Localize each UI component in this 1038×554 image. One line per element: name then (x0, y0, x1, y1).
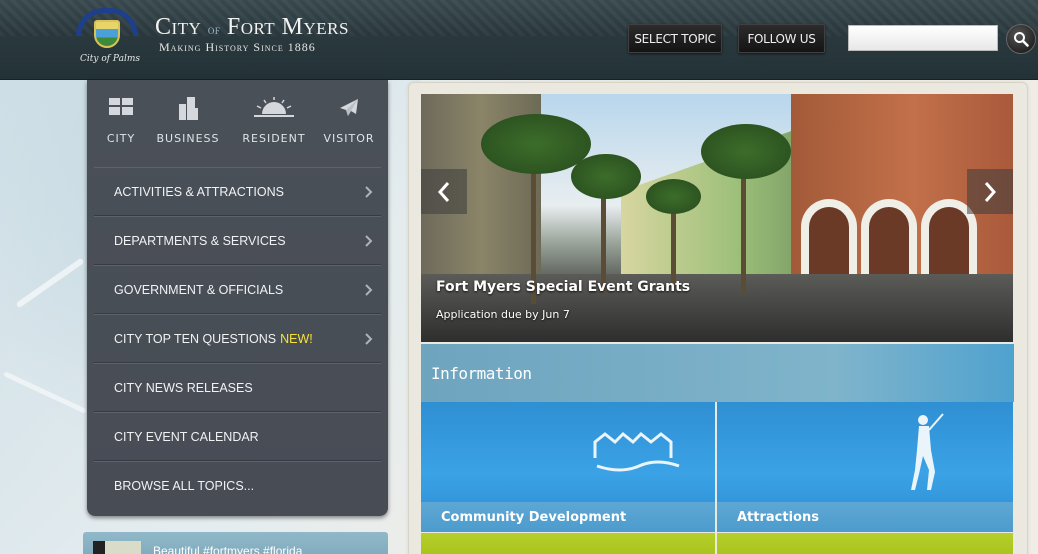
buildings-icon (179, 97, 198, 120)
chevron-right-icon (365, 284, 373, 296)
sunrise-icon (254, 97, 294, 117)
site-title-of: of (207, 22, 221, 37)
nav-item-label: DEPARTMENTS & SERVICES (114, 233, 286, 248)
audience-resident-label: RESIDENT (242, 132, 306, 145)
chevron-left-icon (437, 181, 450, 202)
city-seal-logo[interactable]: City of Palms (72, 6, 144, 68)
slide-subtitle: Application due by Jun 7 (436, 308, 570, 321)
audience-visitor[interactable]: VISITOR (317, 80, 381, 166)
airplane-icon (340, 99, 358, 116)
audience-business[interactable]: BUSINESS (153, 80, 223, 166)
tile-label: Attractions (717, 502, 1013, 532)
golfer-icon (911, 413, 944, 490)
audience-business-label: BUSINESS (156, 132, 220, 145)
sidebar-navigation: CITY BUSINESS RESIDENT VISITOR ACTIVITIE… (87, 80, 388, 516)
slide-palm (671, 204, 676, 289)
search-input[interactable] (848, 25, 998, 51)
audience-resident[interactable]: RESIDENT (237, 80, 311, 166)
chevron-right-icon (365, 235, 373, 247)
site-title-name: Fort Myers (226, 14, 349, 40)
chevron-right-icon (365, 186, 373, 198)
chevron-right-icon (984, 181, 997, 202)
seal-tagline: City of Palms (80, 54, 140, 64)
tile-community-development[interactable]: Community Development (421, 402, 715, 532)
slider-prev-button[interactable] (421, 169, 467, 214)
nav-item-government-officials[interactable]: GOVERNMENT & OFFICIALS (94, 265, 381, 314)
nav-item-departments-services[interactable]: DEPARTMENTS & SERVICES (94, 216, 381, 265)
site-header: City of Palms City of Fort Myers Making … (0, 0, 1038, 80)
follow-us-button[interactable]: FOLLOW US (738, 24, 825, 53)
nav-item-label: GOVERNMENT & OFFICIALS (114, 282, 284, 297)
city-grid-icon (109, 98, 133, 115)
audience-selector: CITY BUSINESS RESIDENT VISITOR (87, 80, 388, 166)
nav-item-label: BROWSE ALL TOPICS... (114, 479, 255, 493)
search-icon (1014, 32, 1029, 47)
houses-water-icon (593, 431, 680, 472)
slider-next-button[interactable] (967, 169, 1013, 214)
nav-item-browse-all-topics[interactable]: BROWSE ALL TOPICS... (94, 461, 381, 510)
chevron-right-icon (365, 333, 373, 345)
slide-palm-fronds (701, 124, 791, 179)
nav-item-event-calendar[interactable]: CITY EVENT CALENDAR (94, 412, 381, 461)
tile-green-left[interactable] (421, 533, 715, 554)
social-feed-item[interactable]: Beautiful #fortmyers #florida (83, 532, 388, 554)
nav-item-label: ACTIVITIES & ATTRACTIONS (114, 184, 284, 199)
tile-attractions[interactable]: Attractions (717, 402, 1013, 532)
new-badge: NEW! (280, 331, 313, 346)
slide-palm-fronds (571, 154, 641, 199)
audience-city[interactable]: CITY (93, 80, 149, 166)
site-title-city: City (155, 14, 202, 40)
site-subtitle: Making History Since 1886 (159, 40, 316, 54)
seal-shield-icon (94, 20, 120, 48)
hero-slider[interactable] (421, 94, 1013, 342)
information-heading: Information (421, 344, 1014, 402)
tile-green-right[interactable] (717, 533, 1013, 554)
nav-item-label: CITY NEWS RELEASES (114, 380, 253, 395)
nav-item-news-releases[interactable]: CITY NEWS RELEASES (94, 363, 381, 412)
social-thumbnail (93, 541, 141, 554)
nav-item-label: CITY EVENT CALENDAR (114, 429, 259, 444)
audience-visitor-label: VISITOR (323, 132, 375, 145)
search-button[interactable] (1006, 24, 1036, 54)
topic-nav-list: ACTIVITIES & ATTRACTIONS DEPARTMENTS & S… (94, 167, 381, 510)
tile-label: Community Development (421, 502, 715, 532)
social-post-text: Beautiful #fortmyers #florida (153, 544, 303, 554)
nav-item-activities-attractions[interactable]: ACTIVITIES & ATTRACTIONS (94, 167, 381, 216)
slide-title[interactable]: Fort Myers Special Event Grants (436, 279, 690, 295)
slide-palm (741, 164, 746, 294)
nav-item-label: CITY TOP TEN QUESTIONS (114, 331, 277, 346)
audience-city-label: CITY (106, 132, 136, 145)
select-topic-button[interactable]: SELECT TOPIC (628, 24, 722, 53)
site-title[interactable]: City of Fort Myers (155, 14, 349, 41)
nav-item-top-ten-questions[interactable]: CITY TOP TEN QUESTIONS NEW! (94, 314, 381, 363)
slide-palm (601, 184, 606, 294)
slide-palm-fronds (646, 179, 701, 214)
